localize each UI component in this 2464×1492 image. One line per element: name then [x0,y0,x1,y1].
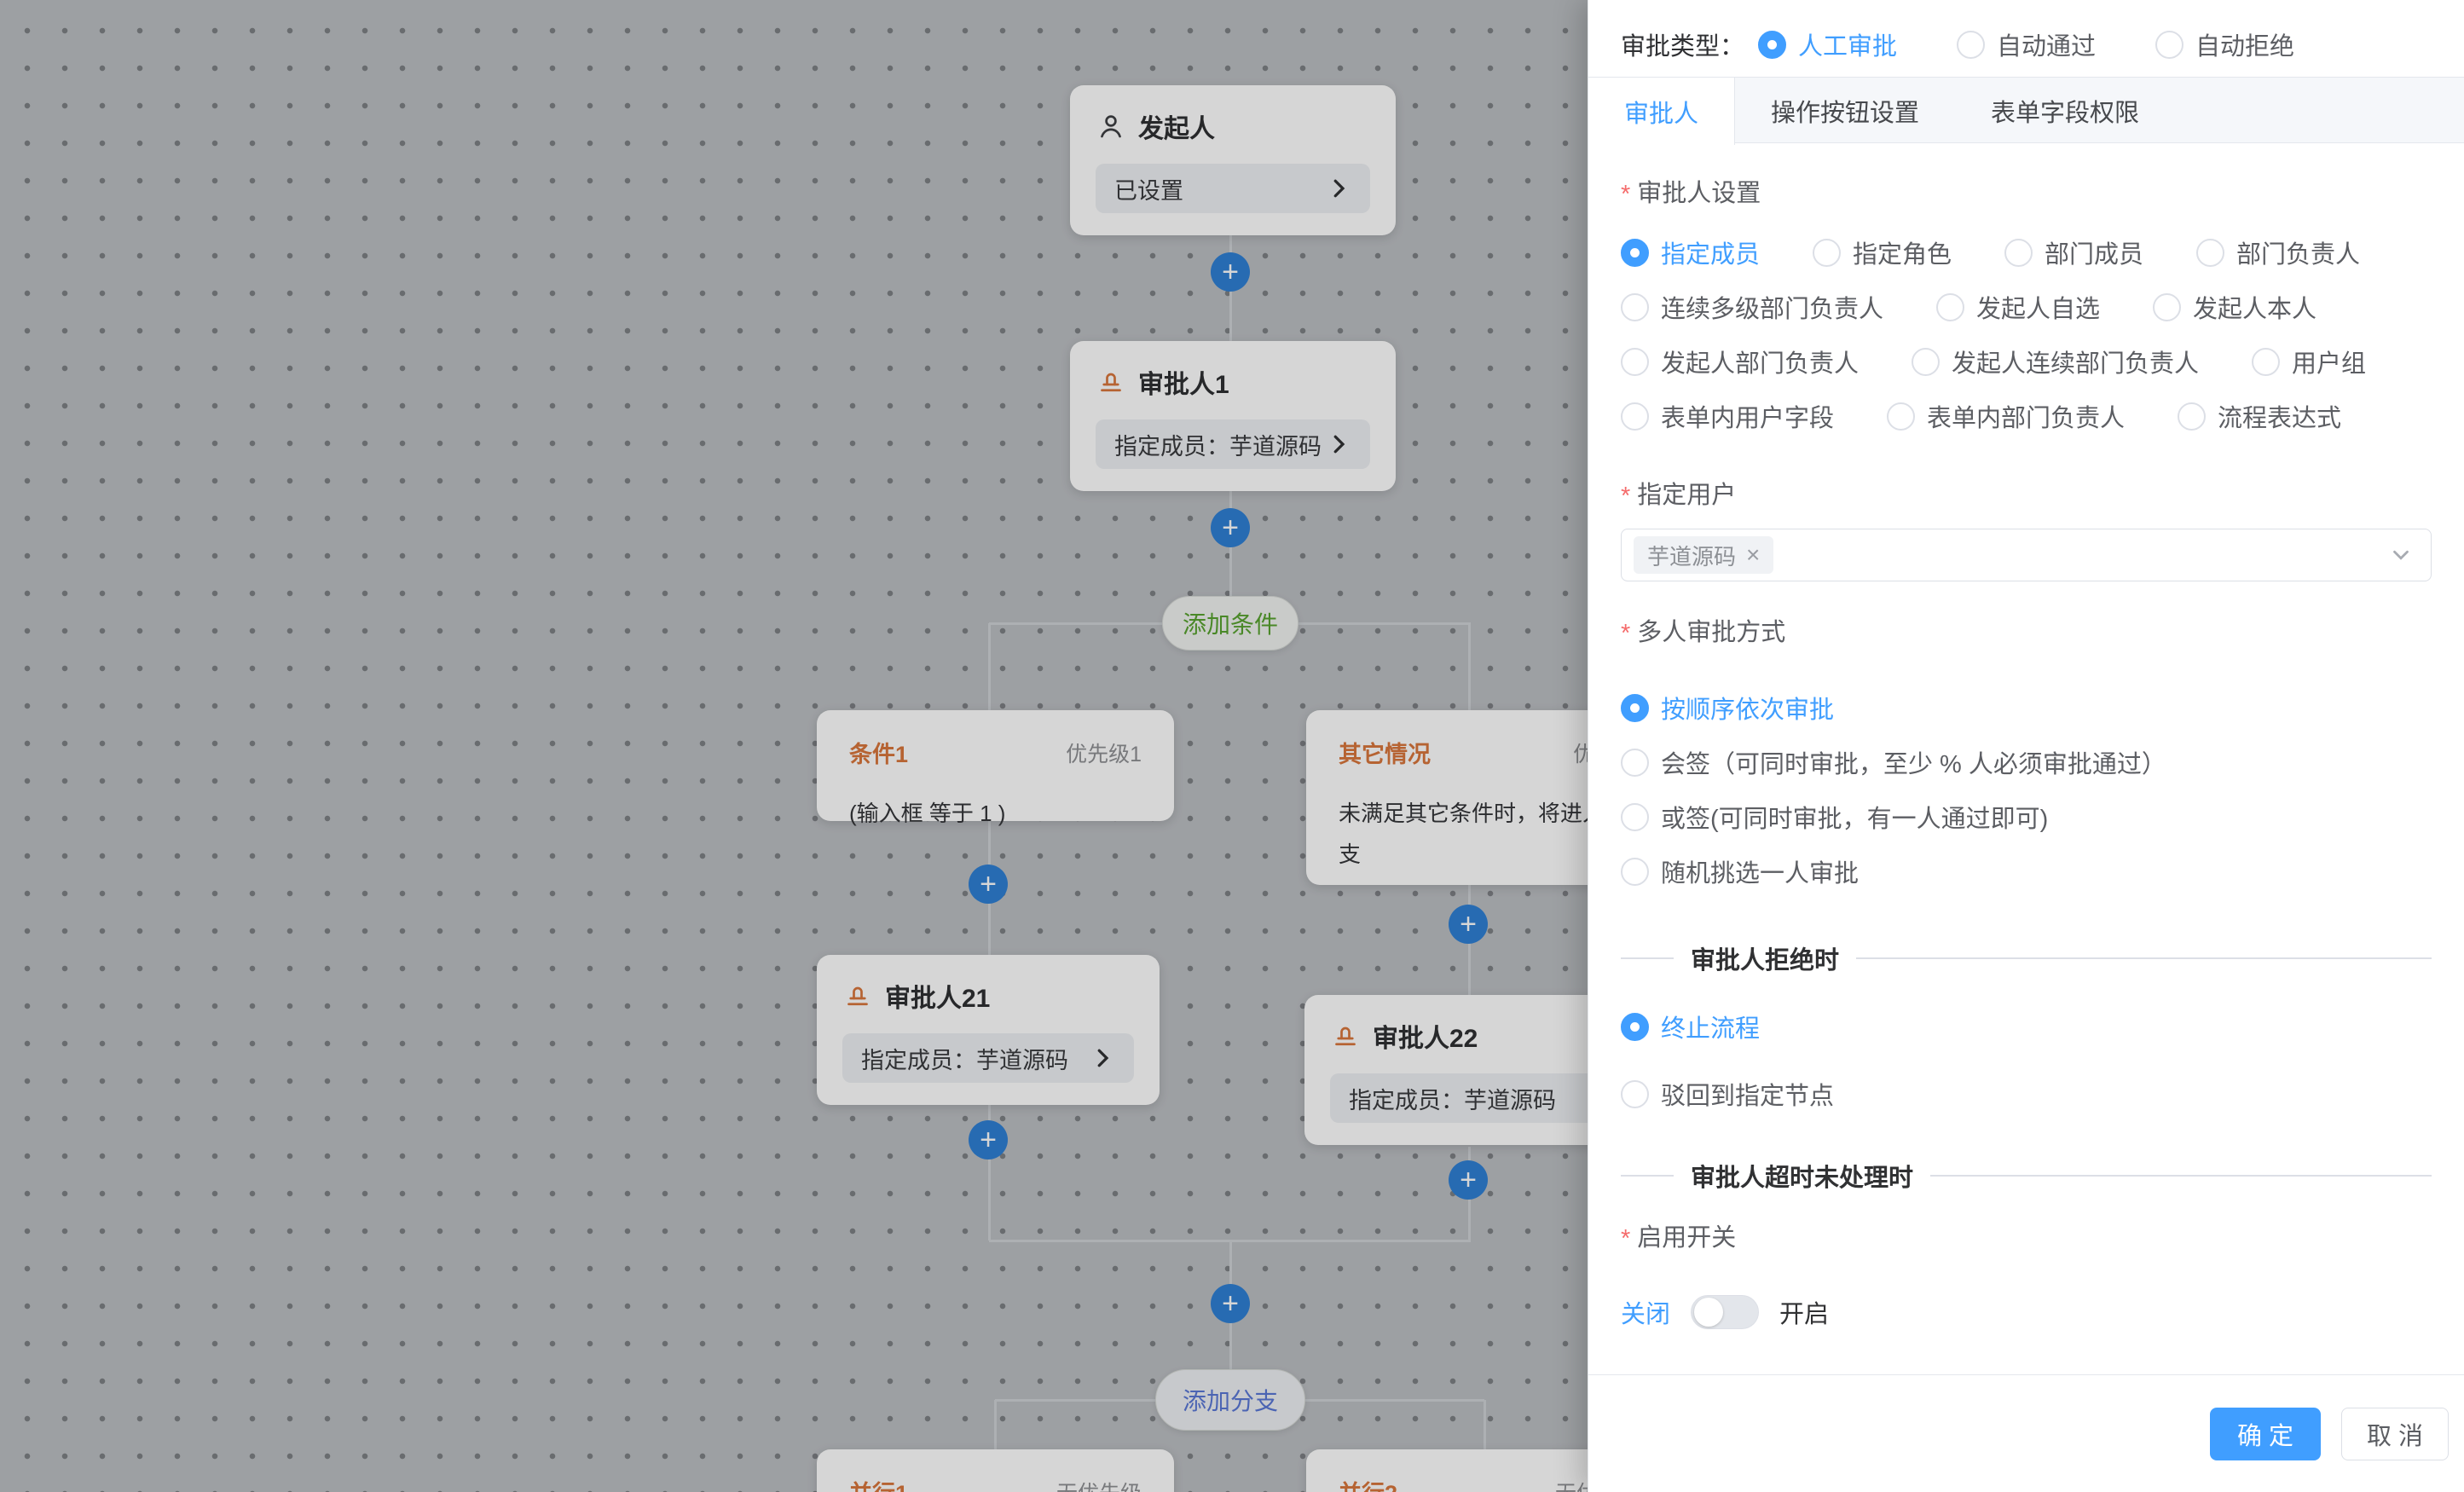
selected-user-tag: 芋道源码 × [1634,536,1773,574]
radio-auto-reject[interactable]: 自动拒绝 [2155,26,2294,62]
radio-initiator-multi-dept-leader[interactable]: 发起人连续部门负责人 [1912,344,2199,379]
radio-auto-pass[interactable]: 自动通过 [1957,26,2096,62]
reject-section-title: 审批人拒绝时 [1691,940,1839,976]
approver-setting-label: 审批人设置 [1621,174,2432,208]
approve-type-row: 审批类型： 人工审批 自动通过 自动拒绝 [1588,0,2464,68]
radio-icon [1621,694,1649,722]
radio-icon [1621,1013,1649,1041]
approver-settings-drawer: 审批类型： 人工审批 自动通过 自动拒绝 审批人 操作按钮设置 表单字段权限 审… [1588,0,2464,1492]
radio-initiator-dept-leader[interactable]: 发起人部门负责人 [1621,344,1859,379]
radio-icon [2252,348,2280,376]
tab-form-field-permission[interactable]: 表单字段权限 [1955,78,2175,144]
enable-switch-row: 关闭 开启 [1621,1293,2432,1331]
drawer-body: 审批类型： 人工审批 自动通过 自动拒绝 审批人 操作按钮设置 表单字段权限 审… [1588,0,2464,1337]
radio-assign-member[interactable]: 指定成员 [1621,234,1760,270]
chevron-down-icon [2388,542,2414,568]
radio-icon [1621,402,1649,431]
radio-initiator-self[interactable]: 发起人本人 [2153,289,2317,325]
radio-icon [1887,402,1915,431]
approve-type-label: 审批类型： [1621,26,1744,62]
radio-icon [1621,348,1649,376]
radio-icon [1621,1080,1649,1108]
cancel-button[interactable]: 取 消 [2341,1408,2449,1460]
timeout-section-divider: 审批人超时未处理时 [1621,1159,2432,1193]
confirm-button[interactable]: 确 定 [2210,1408,2321,1460]
radio-icon [2155,31,2183,59]
radio-icon [2153,293,2181,321]
radio-countersign[interactable]: 会签（可同时审批，至少 % 人必须审批通过） [1621,744,2166,780]
radio-random-one[interactable]: 随机挑选一人审批 [1621,853,1859,889]
radio-manual-approve[interactable]: 人工审批 [1758,26,1897,62]
radio-icon [1957,31,1985,59]
radio-icon [1813,239,1841,267]
radio-return-to-node[interactable]: 驳回到指定节点 [1621,1076,1834,1112]
reject-section-divider: 审批人拒绝时 [1621,941,2432,975]
radio-sequential-approve[interactable]: 按顺序依次审批 [1621,690,1834,726]
radio-icon [2004,239,2033,267]
radio-icon [1912,348,1940,376]
radio-icon [1621,858,1649,886]
tab-action-buttons[interactable]: 操作按钮设置 [1735,78,1955,144]
tab-approver[interactable]: 审批人 [1588,78,1735,145]
radio-icon [1758,31,1786,59]
radio-orsign[interactable]: 或签(可同时审批，有一人通过即可) [1621,799,2048,835]
drawer-footer: 确 定 取 消 [1588,1374,2464,1492]
radio-icon [1621,239,1649,267]
remove-tag-icon[interactable]: × [1746,543,1760,567]
user-select[interactable]: 芋道源码 × [1621,529,2432,581]
enable-switch-label: 启用开关 [1621,1218,2432,1252]
multi-approve-label: 多人审批方式 [1621,613,2432,647]
radio-multi-level-dept-leader[interactable]: 连续多级部门负责人 [1621,289,1883,325]
tag-label: 芋道源码 [1647,540,1736,571]
switch-off-label: 关闭 [1621,1294,1670,1330]
radio-icon [1621,803,1649,831]
radio-process-expression[interactable]: 流程表达式 [2178,398,2341,434]
radio-dept-leader[interactable]: 部门负责人 [2196,234,2360,270]
radio-icon [1621,749,1649,777]
radio-form-dept-leader[interactable]: 表单内部门负责人 [1887,398,2125,434]
radio-terminate-process[interactable]: 终止流程 [1621,1009,1760,1044]
timeout-section-title: 审批人超时未处理时 [1691,1158,1913,1194]
radio-icon [2196,239,2224,267]
drawer-modal-mask[interactable] [0,0,1588,1492]
enable-toggle[interactable] [1691,1295,1759,1329]
assign-user-label: 指定用户 [1621,476,2432,510]
radio-assign-role[interactable]: 指定角色 [1813,234,1952,270]
radio-user-group[interactable]: 用户组 [2252,344,2366,379]
radio-initiator-select[interactable]: 发起人自选 [1936,289,2100,325]
radio-icon [1936,293,1964,321]
switch-on-label: 开启 [1779,1294,1829,1330]
drawer-tabs: 审批人 操作按钮设置 表单字段权限 [1588,77,2464,143]
radio-dept-member[interactable]: 部门成员 [2004,234,2143,270]
drawer-scroll-area[interactable]: 审批人设置 指定成员 指定角色 部门成员 部门负责人 [1588,174,2464,1337]
radio-icon [2178,402,2206,431]
radio-form-user-field[interactable]: 表单内用户字段 [1621,398,1834,434]
radio-icon [1621,293,1649,321]
